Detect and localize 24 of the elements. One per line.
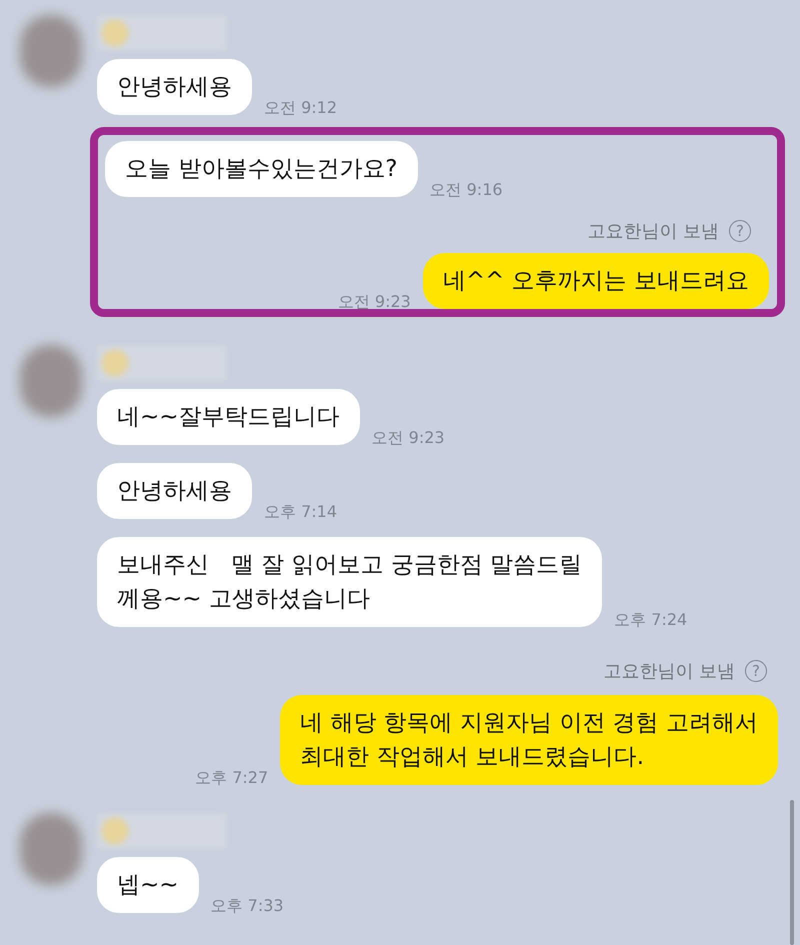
message-time: 오후 7:24	[614, 610, 688, 631]
message-time: 오전 9:23	[338, 292, 411, 309]
scrollbar[interactable]	[790, 800, 794, 945]
message-bubble: 네^^ 오후까지는 보내드려요	[422, 253, 769, 309]
sender-note: 고요한님이 보냄	[603, 660, 735, 683]
help-icon[interactable]: ?	[729, 220, 751, 242]
message-time: 오후 7:27	[195, 768, 268, 789]
message-bubble: 넵~~	[97, 857, 199, 913]
message-time: 오전 9:16	[430, 180, 503, 201]
sender-note: 고요한님이 보냄	[587, 220, 719, 243]
help-icon[interactable]: ?	[745, 660, 767, 682]
message-bubble: 보내주신 맬 잘 읽어보고 궁금한점 말씀드릴 께용~~ 고생하셨습니다	[97, 537, 602, 627]
avatar[interactable]	[20, 15, 82, 87]
message-time: 오후 7:33	[210, 896, 284, 917]
avatar[interactable]	[20, 345, 82, 417]
message-time: 오후 7:14	[264, 502, 338, 523]
message-bubble: 안녕하세용	[97, 463, 252, 519]
message-bubble: 네 해당 항목에 지원자님 이전 경험 고려해서 최대한 작업해서 보내드렸습니다.	[280, 695, 778, 785]
avatar[interactable]	[20, 813, 82, 885]
message-bubble: 네~~잘부탁드립니다	[97, 389, 360, 445]
message-bubble: 안녕하세용	[97, 59, 252, 115]
message-time: 오전 9:23	[372, 428, 445, 449]
message-time: 오전 9:12	[264, 98, 338, 119]
message-bubble: 오늘 받아볼수있는건가요?	[105, 141, 418, 197]
